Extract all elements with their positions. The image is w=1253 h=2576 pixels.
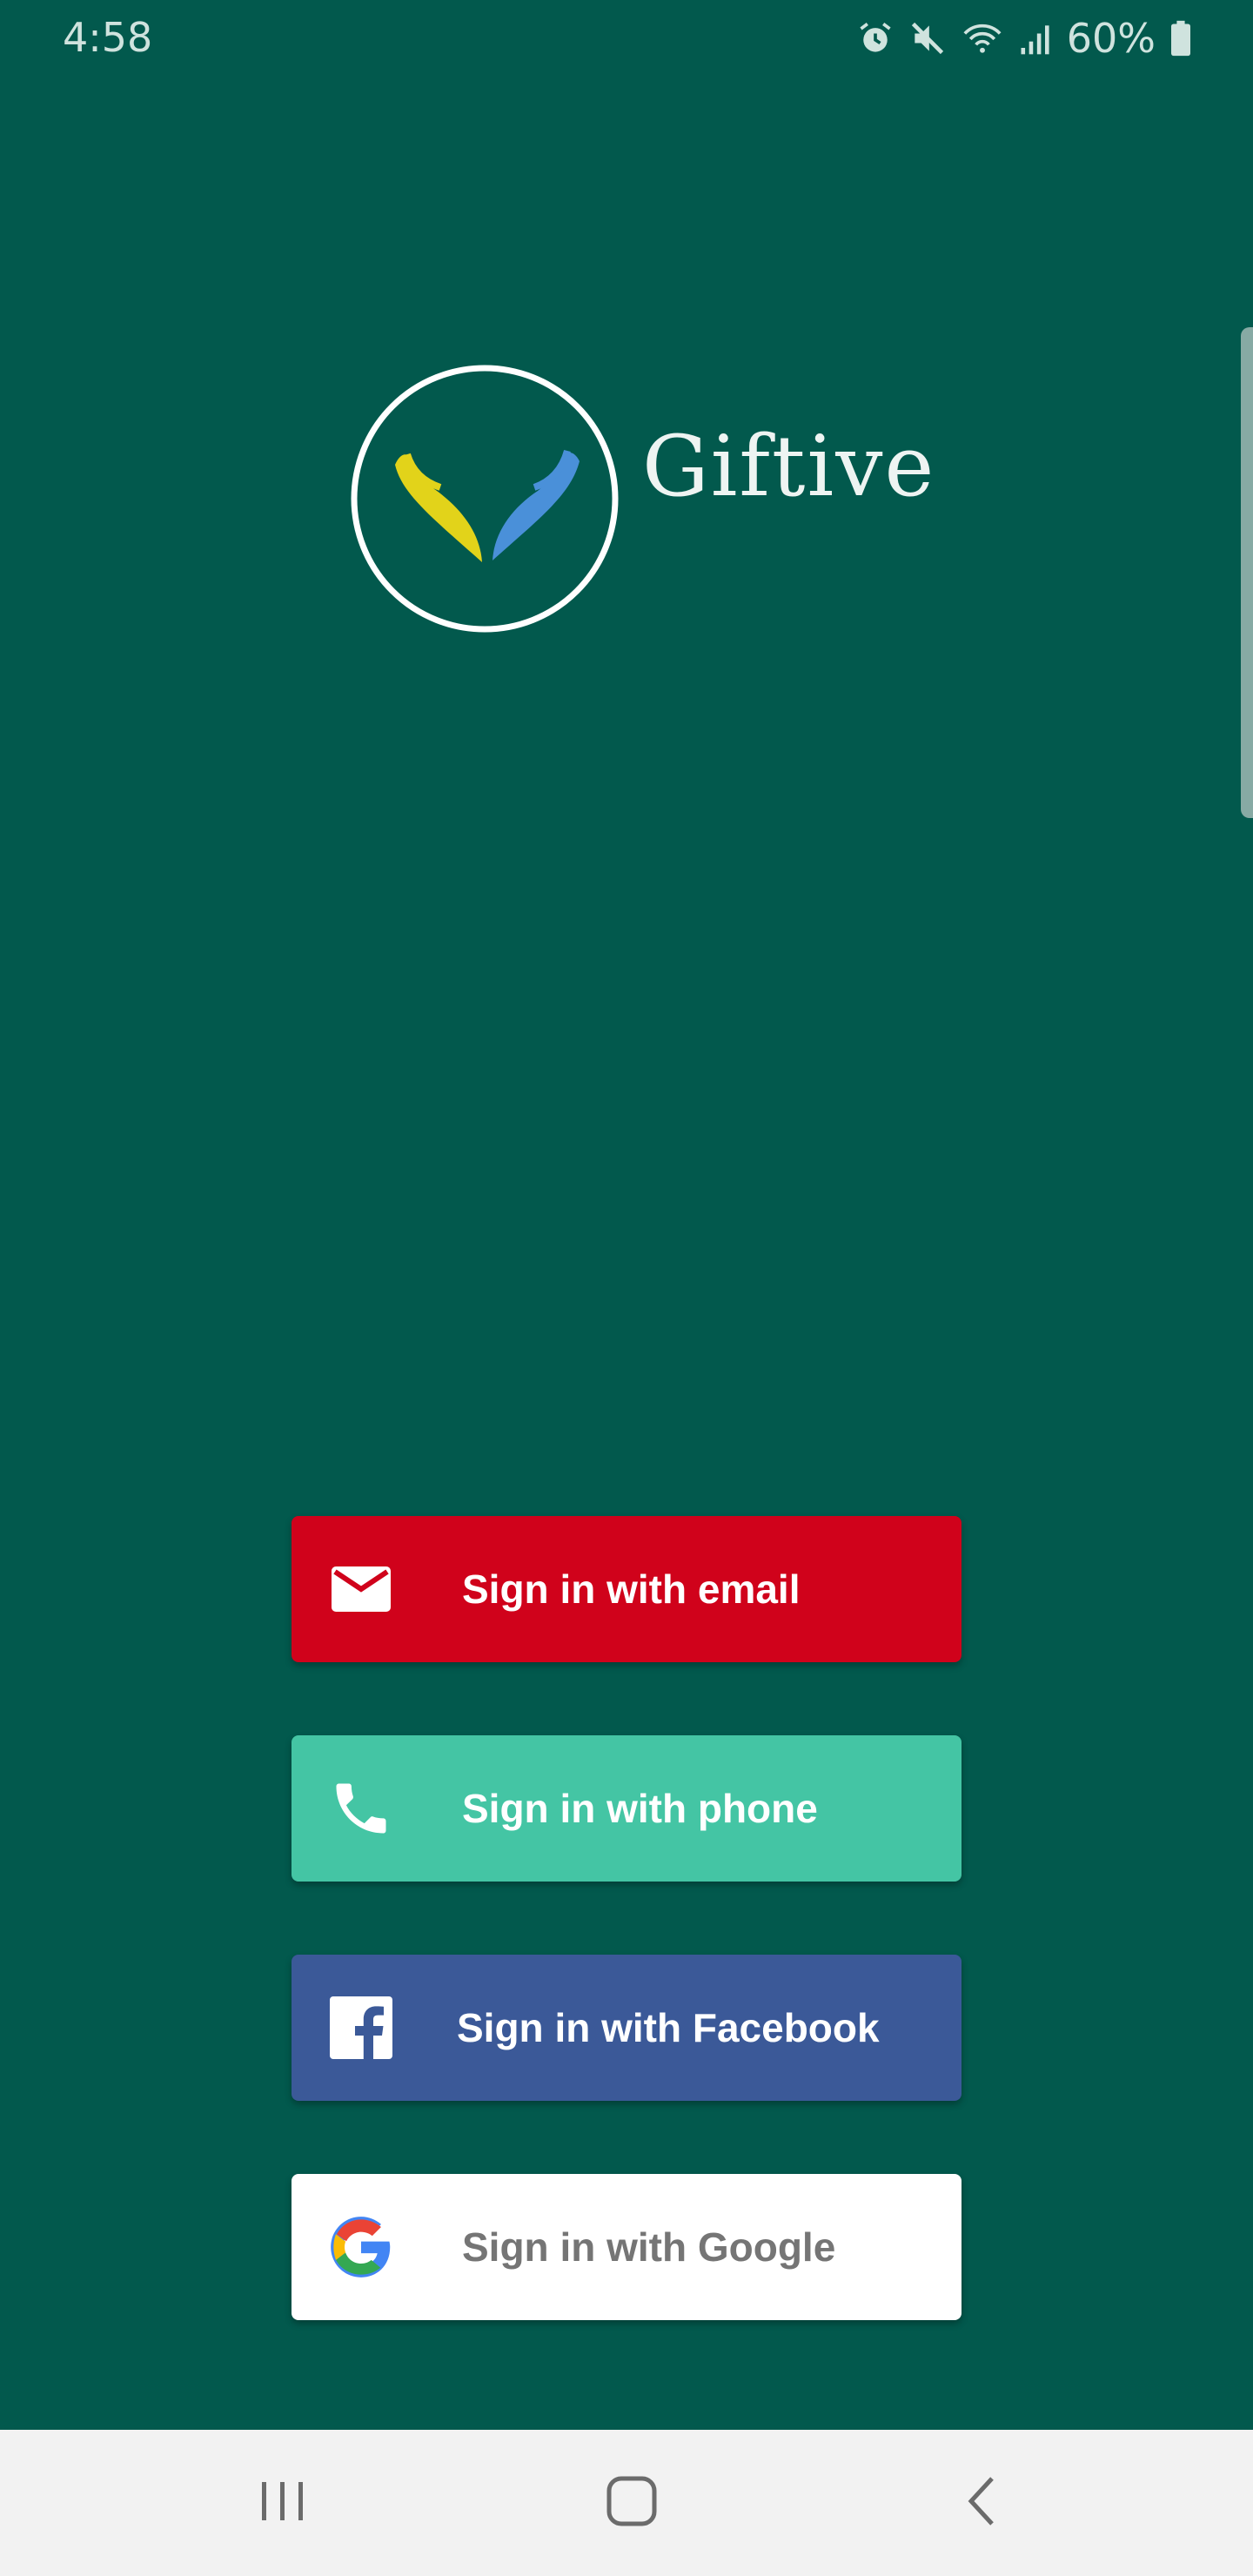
sign-in-email-label: Sign in with email: [462, 1566, 801, 1612]
app-logo: Giftive: [350, 364, 934, 642]
back-button[interactable]: [895, 2430, 1069, 2576]
status-bar: 4:58 60%: [0, 0, 1253, 77]
sign-in-phone-label: Sign in with phone: [462, 1786, 818, 1831]
mail-icon: [326, 1556, 396, 1622]
status-time: 4:58: [63, 14, 153, 61]
sign-in-facebook-label: Sign in with Facebook: [457, 2005, 880, 2050]
sign-in-facebook-button[interactable]: Sign in with Facebook: [291, 1955, 962, 2101]
battery-percent: 60%: [1066, 15, 1156, 62]
scroll-indicator[interactable]: [1241, 327, 1253, 818]
back-icon: [961, 2473, 1002, 2533]
sign-in-google-label: Sign in with Google: [462, 2224, 836, 2270]
alarm-icon: [856, 19, 895, 57]
home-icon: [604, 2473, 660, 2533]
app-name: Giftive: [642, 418, 936, 515]
wifi-icon: [961, 19, 1004, 57]
signal-icon: [1018, 19, 1053, 57]
home-button[interactable]: [545, 2430, 719, 2576]
hands-logo-icon: [351, 365, 619, 633]
recent-apps-icon: [257, 2477, 309, 2530]
sign-in-phone-button[interactable]: Sign in with phone: [291, 1735, 962, 1882]
google-icon: [326, 2214, 396, 2280]
navigation-bar: [0, 2430, 1253, 2576]
sign-in-google-button[interactable]: Sign in with Google: [291, 2174, 962, 2320]
status-icons: 60%: [856, 12, 1192, 64]
facebook-icon: [326, 1995, 396, 2061]
sign-in-email-button[interactable]: Sign in with email: [291, 1516, 962, 1662]
recent-apps-button[interactable]: [196, 2430, 370, 2576]
mute-icon: [908, 19, 947, 57]
phone-icon: [326, 1775, 396, 1841]
battery-icon: [1169, 19, 1192, 57]
